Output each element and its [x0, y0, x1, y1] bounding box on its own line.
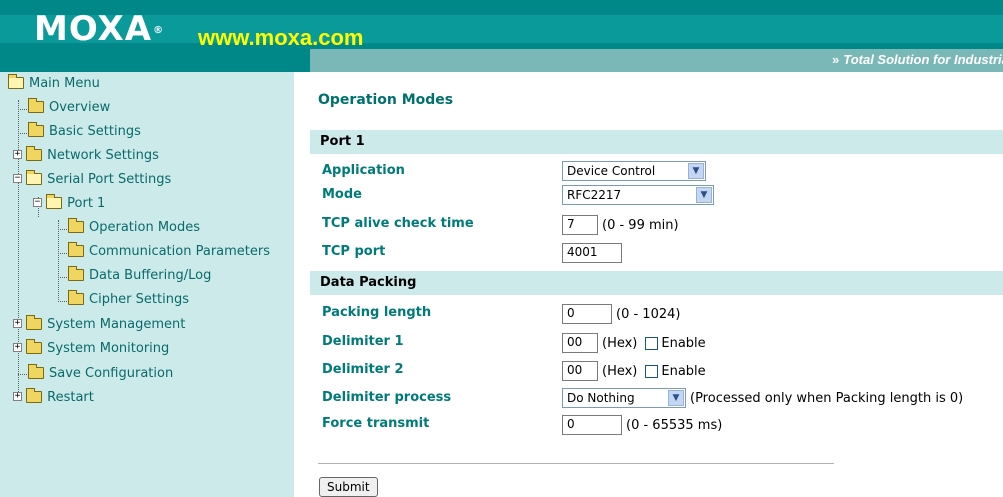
- chevron-down-icon: ▼: [696, 187, 712, 203]
- mode-label: Mode: [322, 187, 362, 202]
- folder-icon: [26, 314, 43, 330]
- application-label: Application: [322, 163, 405, 178]
- folder-icon: [28, 97, 44, 113]
- moxa-logo: MOXA®: [34, 12, 164, 46]
- mode-select[interactable]: RFC2217 ▼: [562, 185, 714, 205]
- registered-mark: ®: [153, 25, 165, 36]
- menu-item-serial-port-settings[interactable]: − Serial Port Settings: [13, 169, 171, 190]
- delimiter1-enable-checkbox[interactable]: [645, 336, 659, 350]
- tcp-alive-label: TCP alive check time: [322, 216, 474, 231]
- packing-length-hint: (0 - 1024): [616, 306, 681, 322]
- mode-field: RFC2217 ▼: [562, 185, 714, 205]
- menu-item-system-monitoring[interactable]: + System Monitoring: [13, 338, 169, 359]
- folder-icon: [68, 217, 84, 233]
- menu-item-save-configuration[interactable]: Save Configuration: [28, 363, 173, 384]
- submit-button[interactable]: Submit: [319, 477, 378, 497]
- menu-item-basic-settings[interactable]: Basic Settings: [28, 121, 141, 142]
- menu-item-network-settings[interactable]: + Network Settings: [13, 145, 159, 166]
- page-title: Operation Modes: [318, 92, 454, 108]
- folder-icon: [26, 387, 43, 403]
- force-transmit-hint: (0 - 65535 ms): [626, 417, 723, 433]
- collapse-minus-icon[interactable]: −: [33, 198, 42, 207]
- menu-item-data-buffering[interactable]: Data Buffering/Log: [68, 265, 211, 286]
- delimiter2-enable-checkbox[interactable]: [645, 364, 659, 378]
- delimiter2-label: Delimiter 2: [322, 362, 404, 377]
- folder-icon: [26, 338, 43, 354]
- menu-item-system-management[interactable]: + System Management: [13, 314, 185, 335]
- folder-open-icon: [46, 193, 63, 209]
- delimiter2-field: 00 (Hex) Enable: [562, 361, 706, 381]
- force-transmit-field: 0 (0 - 65535 ms): [562, 415, 722, 435]
- site-url[interactable]: www.moxa.com: [198, 26, 363, 50]
- tagline-bar: »Total Solution for Industrial Wir: [310, 49, 1003, 72]
- menu-item-overview[interactable]: Overview: [28, 97, 110, 118]
- delimiter1-label: Delimiter 1: [322, 334, 404, 349]
- chevron-down-icon: ▼: [668, 390, 684, 406]
- folder-open-icon: [8, 73, 24, 89]
- main-content: Operation Modes Port 1 Application Devic…: [310, 72, 1003, 497]
- tcp-alive-input[interactable]: 7: [562, 215, 598, 235]
- double-chevron-icon: »: [832, 52, 840, 67]
- menu-item-restart[interactable]: + Restart: [13, 387, 94, 408]
- tagline-text: Total Solution for Industrial Wir: [843, 52, 1003, 67]
- delimiter-process-label: Delimiter process: [322, 390, 452, 405]
- expand-plus-icon[interactable]: +: [13, 150, 22, 159]
- divider: [318, 463, 834, 464]
- delimiter-process-field: Do Nothing ▼ (Processed only when Packing…: [562, 388, 963, 408]
- header-banner: MOXA® www.moxa.com » Total Solution for I…: [0, 0, 1003, 72]
- folder-icon: [68, 265, 84, 281]
- folder-icon: [68, 289, 84, 305]
- tcp-alive-field: 7 (0 - 99 min): [562, 215, 679, 235]
- section-data-packing: Data Packing: [310, 271, 1003, 295]
- chevron-down-icon: ▼: [688, 163, 704, 179]
- packing-length-field: 0 (0 - 1024): [562, 304, 680, 324]
- tcp-port-label: TCP port: [322, 244, 386, 259]
- menu-item-cipher-settings[interactable]: Cipher Settings: [68, 289, 189, 310]
- section-port1: Port 1: [310, 130, 1003, 154]
- expand-plus-icon[interactable]: +: [13, 392, 22, 401]
- application-field: Device Control ▼: [562, 161, 706, 181]
- delimiter2-input[interactable]: 00: [562, 361, 598, 381]
- menu-item-operation-modes[interactable]: Operation Modes: [68, 217, 200, 238]
- delimiter1-input[interactable]: 00: [562, 333, 598, 353]
- folder-icon: [68, 241, 84, 257]
- enable-label: Enable: [661, 335, 706, 351]
- force-transmit-label: Force transmit: [322, 416, 430, 431]
- folder-icon: [28, 363, 44, 379]
- tcp-port-field: 4001: [562, 243, 622, 263]
- tcp-port-input[interactable]: 4001: [562, 243, 622, 263]
- menu-item-main-menu[interactable]: Main Menu: [8, 73, 100, 94]
- folder-icon: [26, 145, 43, 161]
- hex-hint: (Hex): [602, 363, 638, 379]
- sidebar-tree: Main Menu Overview Basic Settings + Netw…: [0, 72, 294, 497]
- packing-length-label: Packing length: [322, 305, 432, 320]
- tcp-alive-hint: (0 - 99 min): [602, 217, 679, 233]
- collapse-minus-icon[interactable]: −: [13, 174, 22, 183]
- force-transmit-input[interactable]: 0: [562, 415, 622, 435]
- folder-open-icon: [26, 169, 43, 185]
- brand-text: MOXA: [34, 9, 153, 49]
- tagline: »Total Solution for Industrial Wir: [832, 52, 1003, 67]
- expand-plus-icon[interactable]: +: [13, 319, 22, 328]
- enable-label: Enable: [661, 363, 706, 379]
- tree-line: [58, 220, 59, 302]
- application-select[interactable]: Device Control ▼: [562, 161, 706, 181]
- expand-plus-icon[interactable]: +: [13, 343, 22, 352]
- folder-icon: [28, 121, 44, 137]
- packing-length-input[interactable]: 0: [562, 304, 612, 324]
- menu-item-communication-parameters[interactable]: Communication Parameters: [68, 241, 270, 262]
- hex-hint: (Hex): [602, 335, 638, 351]
- menu-item-port1[interactable]: − Port 1: [33, 193, 105, 214]
- delimiter-process-hint: (Processed only when Packing length is 0…: [690, 390, 964, 406]
- delimiter-process-select[interactable]: Do Nothing ▼: [562, 388, 686, 408]
- delimiter1-field: 00 (Hex) Enable: [562, 333, 706, 353]
